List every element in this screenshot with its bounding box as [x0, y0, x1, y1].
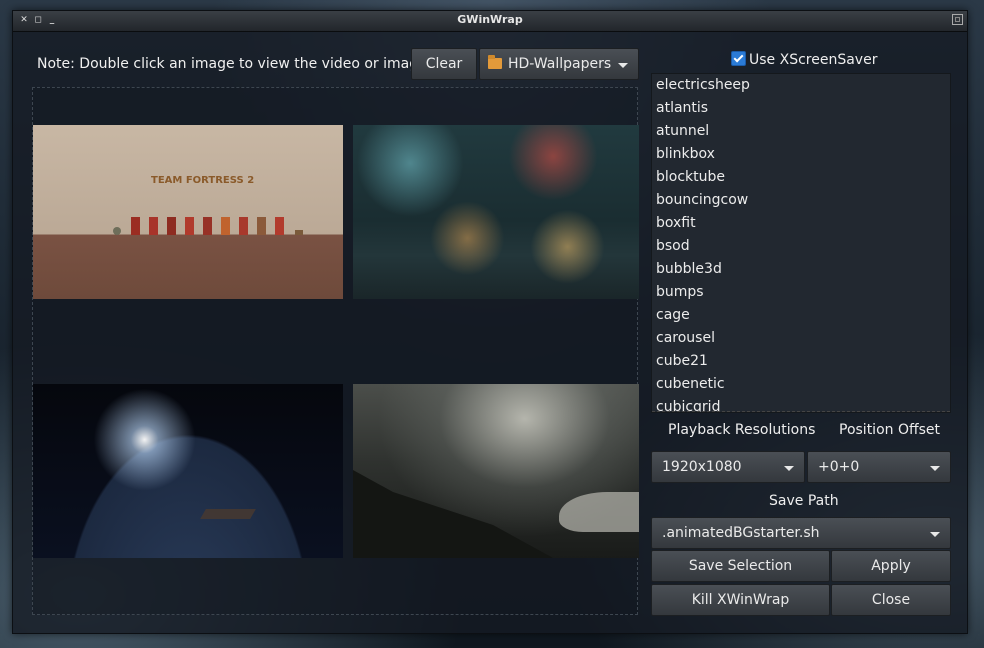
save-selection-button[interactable]: Save Selection	[651, 550, 830, 582]
folder-combobox[interactable]: HD-Wallpapers	[479, 48, 639, 80]
titlebar[interactable]: ✕ ◻ _ GWinWrap	[13, 11, 967, 32]
list-item[interactable]: bumps	[652, 281, 950, 304]
screensaver-list[interactable]: electricsheep atlantis atunnel blinkbox bloc…	[651, 73, 951, 413]
thumbnail-grid[interactable]: TEAM FORTRESS 2	[32, 87, 639, 615]
list-item[interactable]: boxfit	[652, 212, 950, 235]
gwinwrap-window: ✕ ◻ _ GWinWrap Note: Double click an ima…	[12, 10, 968, 634]
thumbnail-city-street[interactable]	[353, 125, 639, 299]
resolution-combobox[interactable]: 1920x1080	[651, 451, 805, 483]
position-offset-label: Position Offset	[839, 422, 941, 438]
offset-combobox[interactable]: +0+0	[807, 451, 951, 483]
playback-resolutions-label: Playback Resolutions	[668, 422, 816, 438]
save-path-combobox[interactable]: .animatedBGstarter.sh	[651, 517, 951, 549]
character-lineup	[113, 211, 303, 235]
resolution-value: 1920x1080	[662, 459, 742, 475]
thumbnail-team-fortress[interactable]: TEAM FORTRESS 2	[33, 125, 343, 299]
thumbnail-caption: TEAM FORTRESS 2	[151, 175, 255, 186]
thumbnail-earth-space[interactable]	[33, 384, 343, 558]
list-item[interactable]: cube21	[652, 350, 950, 373]
checkbox-checked-icon[interactable]	[731, 51, 746, 66]
list-item[interactable]: blinkbox	[652, 143, 950, 166]
spaceship-shape	[200, 509, 256, 519]
list-item[interactable]: atunnel	[652, 120, 950, 143]
chevron-down-icon	[618, 63, 628, 68]
list-item[interactable]: blocktube	[652, 166, 950, 189]
chevron-down-icon	[784, 466, 794, 471]
list-item[interactable]: cage	[652, 304, 950, 327]
use-xscreensaver-checkbox[interactable]: Use XScreenSaver	[731, 51, 877, 68]
restore-window-icon[interactable]	[952, 14, 963, 25]
list-item[interactable]: bouncingcow	[652, 189, 950, 212]
folder-combobox-label: HD-Wallpapers	[508, 56, 612, 72]
chevron-down-icon	[930, 532, 940, 537]
thumbnail-landscape[interactable]	[353, 384, 639, 558]
chevron-down-icon	[930, 466, 940, 471]
list-item[interactable]: carousel	[652, 327, 950, 350]
clear-button[interactable]: Clear	[411, 48, 477, 80]
apply-button[interactable]: Apply	[831, 550, 951, 582]
list-item[interactable]: electricsheep	[652, 74, 950, 97]
list-item[interactable]: cubenetic	[652, 373, 950, 396]
instructions-note: Note: Double click an image to view the …	[37, 56, 432, 72]
list-item[interactable]: bubble3d	[652, 258, 950, 281]
use-xscreensaver-label: Use XScreenSaver	[749, 52, 878, 68]
folder-icon	[488, 55, 502, 69]
planet-shape	[559, 492, 639, 532]
hill-shape	[353, 470, 553, 558]
list-item[interactable]: bsod	[652, 235, 950, 258]
save-path-value: .animatedBGstarter.sh	[662, 525, 820, 541]
kill-xwinwrap-button[interactable]: Kill XWinWrap	[651, 584, 830, 616]
list-divider	[652, 411, 950, 412]
save-path-label: Save Path	[769, 493, 839, 509]
window-title: GWinWrap	[457, 13, 523, 26]
list-item[interactable]: atlantis	[652, 97, 950, 120]
offset-value: +0+0	[818, 459, 860, 475]
close-button[interactable]: Close	[831, 584, 951, 616]
